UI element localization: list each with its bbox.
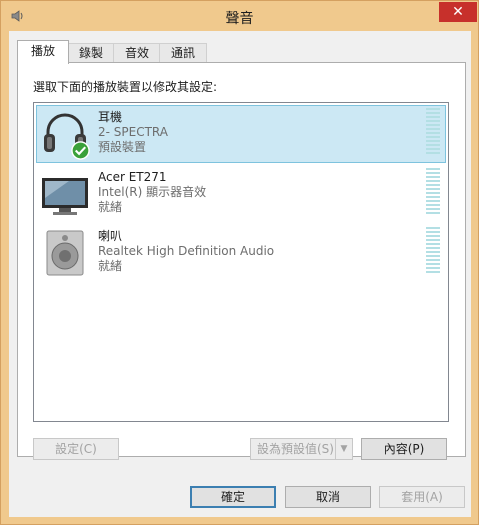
- volume-meter: [426, 168, 440, 216]
- tab-communications[interactable]: 通訊: [159, 43, 207, 63]
- device-item-headphones[interactable]: 耳機 2- SPECTRA 預設裝置: [36, 105, 446, 163]
- device-detail: Realtek High Definition Audio: [98, 244, 275, 258]
- apply-button[interactable]: 套用(A): [379, 486, 465, 508]
- device-detail: Intel(R) 顯示器音效: [98, 185, 207, 199]
- close-button[interactable]: ✕: [439, 2, 477, 22]
- cancel-button[interactable]: 取消: [285, 486, 371, 508]
- properties-button[interactable]: 內容(P): [361, 438, 447, 460]
- playback-panel: 選取下面的播放裝置以修改其設定: 耳機 2- SPECTRA 預設裝置 Acer…: [17, 62, 466, 457]
- volume-meter: [426, 227, 440, 275]
- dialog-client: 播放 錄製 音效 通訊 選取下面的播放裝置以修改其設定: 耳機 2- SPECT…: [9, 31, 471, 517]
- instruction-text: 選取下面的播放裝置以修改其設定:: [33, 80, 218, 94]
- monitor-icon: [42, 178, 88, 215]
- device-name: 喇叭: [98, 229, 123, 243]
- device-name: Acer ET271: [98, 170, 167, 184]
- sound-dialog: 聲音 ✕ 播放 錄製 音效 通訊 選取下面的播放裝置以修改其設定: 耳機 2- …: [0, 0, 479, 525]
- device-text: 耳機 2- SPECTRA 預設裝置: [98, 110, 168, 155]
- chevron-down-icon[interactable]: ▼: [335, 439, 352, 459]
- ok-button[interactable]: 確定: [190, 486, 276, 508]
- volume-meter: [426, 108, 440, 156]
- set-default-label: 設為預設值(S): [257, 442, 334, 456]
- device-item-speaker[interactable]: 喇叭 Realtek High Definition Audio 就緒: [36, 224, 446, 282]
- device-name: 耳機: [98, 110, 123, 124]
- set-default-button[interactable]: 設為預設值(S) ▼: [250, 438, 353, 460]
- tab-sounds[interactable]: 音效: [113, 43, 161, 63]
- title-bar[interactable]: 聲音 ✕: [1, 1, 478, 31]
- speaker-icon: [46, 230, 84, 276]
- device-text: 喇叭 Realtek High Definition Audio 就緒: [98, 229, 274, 274]
- tab-strip: 播放 錄製 音效 通訊: [9, 31, 471, 64]
- device-detail: 2- SPECTRA: [98, 125, 168, 139]
- device-text: Acer ET271 Intel(R) 顯示器音效 就緒: [98, 170, 206, 215]
- device-item-monitor[interactable]: Acer ET271 Intel(R) 顯示器音效 就緒: [36, 165, 446, 223]
- device-status: 就緒: [98, 200, 123, 214]
- default-check-icon: [71, 141, 90, 160]
- device-list: 耳機 2- SPECTRA 預設裝置 Acer ET271 Intel(R) 顯…: [33, 102, 449, 422]
- device-status: 就緒: [98, 259, 123, 273]
- device-status: 預設裝置: [98, 140, 147, 154]
- tab-playback[interactable]: 播放: [17, 40, 69, 64]
- tab-recording[interactable]: 錄製: [67, 43, 115, 63]
- close-icon: ✕: [452, 4, 464, 20]
- configure-button[interactable]: 設定(C): [33, 438, 119, 460]
- window-title: 聲音: [225, 11, 254, 27]
